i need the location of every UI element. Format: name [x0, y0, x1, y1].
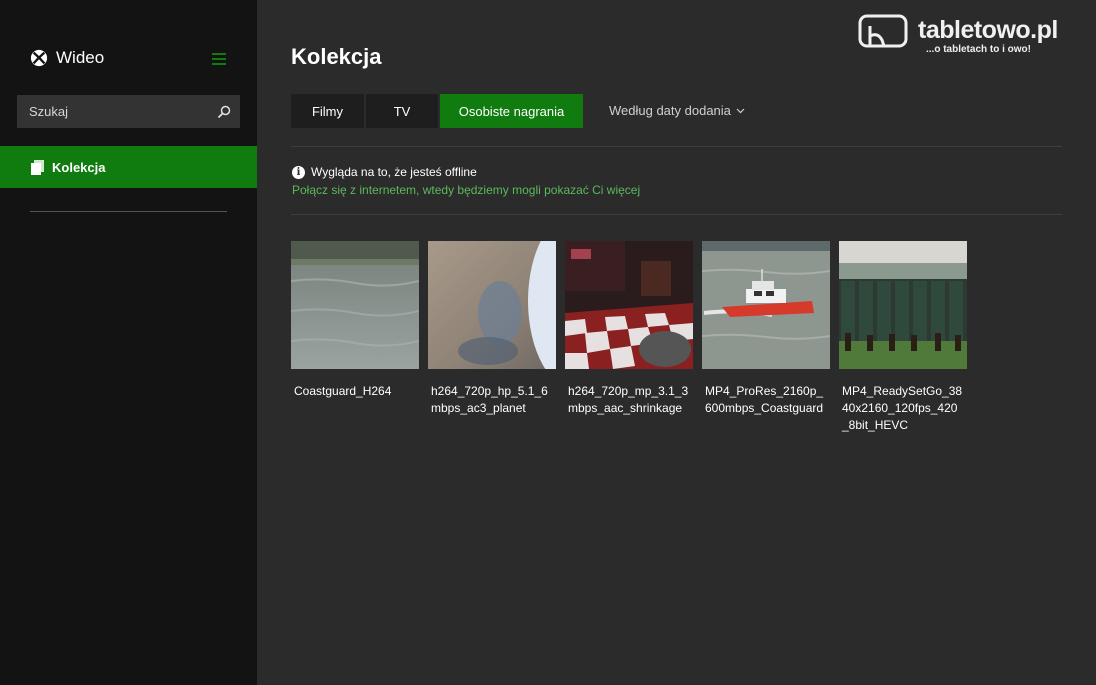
watermark-tagline: ...o tabletach to i owo! [926, 44, 1031, 55]
tab-personal-recordings[interactable]: Osobiste nagrania [440, 94, 583, 128]
video-title: MP4_ProRes_2160p_600mbps_Coastguard [705, 384, 824, 415]
video-title: h264_720p_mp_3.1_3mbps_aac_shrinkage [568, 384, 689, 415]
divider [291, 214, 1062, 215]
page-title: Kolekcja [291, 44, 382, 69]
video-app: Wideo Kolekcja Kolekcja Film [0, 0, 1096, 685]
video-tile[interactable]: h264_720p_mp_3.1_3mbps_aac_shrinkage [565, 241, 693, 434]
sidebar-item-collection[interactable]: Kolekcja [0, 146, 257, 188]
video-title: Coastguard_H264 [294, 384, 392, 398]
sidebar-divider [30, 211, 227, 212]
search-icon[interactable] [207, 95, 240, 128]
offline-message: Wygląda na to, że jesteś offline [311, 165, 477, 179]
video-tile[interactable]: Coastguard_H264 [291, 241, 419, 434]
tabletowo-logo-icon [858, 14, 908, 48]
watermark: tabletowo.pl ...o tabletach to i owo! [858, 12, 1080, 58]
search-input[interactable] [17, 95, 207, 128]
search-box [17, 95, 240, 128]
video-thumbnail [839, 241, 967, 369]
video-thumbnail [428, 241, 556, 369]
chevron-down-icon [736, 108, 745, 113]
app-brand: Wideo [30, 48, 104, 68]
video-tile[interactable]: MP4_ReadySetGo_3840x2160_120fps_420_8bit… [839, 241, 967, 434]
video-thumbnail [565, 241, 693, 369]
video-tile[interactable]: MP4_ProRes_2160p_600mbps_Coastguard [702, 241, 830, 434]
watermark-text: tabletowo.pl [918, 16, 1058, 44]
sort-dropdown[interactable]: Według daty dodania [609, 103, 745, 118]
tab-movies[interactable]: Filmy [291, 94, 364, 128]
offline-notice: i Wygląda na to, że jesteś offline Połąc… [292, 165, 640, 197]
divider [291, 146, 1062, 147]
connect-link[interactable]: Połącz się z internetem, wtedy będziemy … [292, 183, 640, 197]
video-thumbnail [702, 241, 830, 369]
collection-icon [31, 159, 44, 175]
main-content: Kolekcja Filmy TV Osobiste nagrania Wedł… [257, 0, 1096, 685]
category-tabs: Filmy TV Osobiste nagrania [291, 94, 583, 128]
video-title: MP4_ReadySetGo_3840x2160_120fps_420_8bit… [842, 384, 963, 432]
video-title: h264_720p_hp_5.1_6mbps_ac3_planet [431, 384, 548, 415]
video-tile[interactable]: h264_720p_hp_5.1_6mbps_ac3_planet [428, 241, 556, 434]
video-grid: Coastguard_H264 h264_720p_hp_5.1_6mbps_a… [291, 241, 967, 434]
app-name: Wideo [56, 48, 105, 67]
sort-label: Według daty dodania [609, 103, 731, 118]
sidebar: Wideo Kolekcja [0, 0, 257, 685]
info-icon: i [292, 165, 305, 179]
tab-tv[interactable]: TV [366, 94, 438, 128]
hamburger-menu-icon[interactable] [212, 53, 226, 65]
video-thumbnail [291, 241, 419, 369]
sidebar-item-label: Kolekcja [52, 159, 106, 175]
xbox-logo-icon [30, 49, 48, 67]
